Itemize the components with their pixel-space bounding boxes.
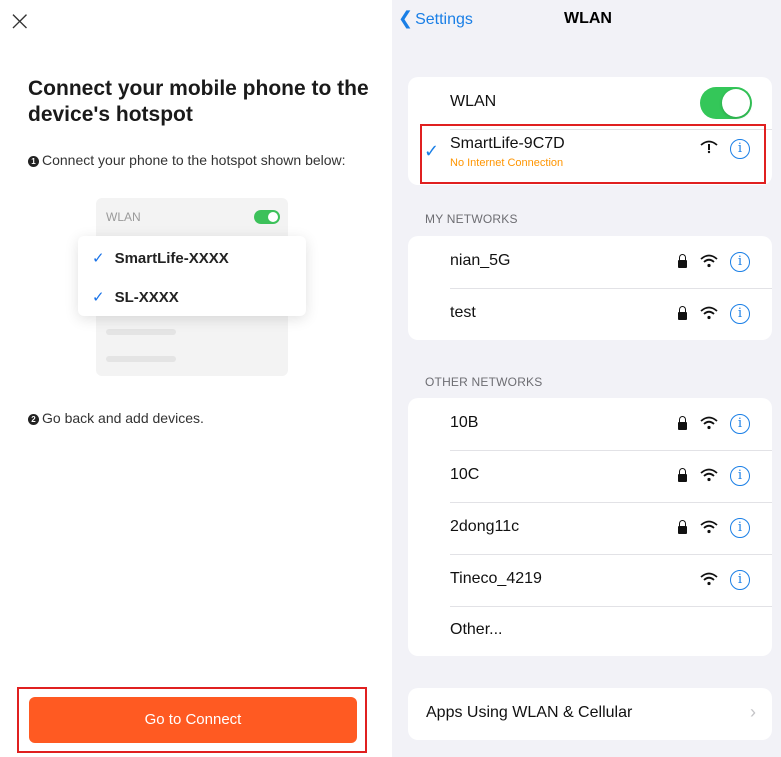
lock-icon xyxy=(678,468,687,482)
other-network-row[interactable]: Other... xyxy=(408,606,772,656)
illustration-network-name: SmartLife-XXXX xyxy=(114,250,229,267)
network-name: test xyxy=(450,304,476,321)
lock-icon xyxy=(678,520,687,534)
chevron-right-icon: › xyxy=(750,702,756,722)
lock-icon xyxy=(678,416,687,430)
close-icon[interactable]: × xyxy=(8,6,38,36)
network-row[interactable]: 10C i xyxy=(408,450,772,502)
illustration-wlan-label: WLAN xyxy=(106,210,141,224)
wifi-icon xyxy=(700,468,718,482)
step-1-number-icon: 1 xyxy=(28,156,39,167)
apps-using-wlan-row[interactable]: Apps Using WLAN & Cellular › xyxy=(408,688,772,740)
illustration-network-name: SL-XXXX xyxy=(114,289,179,306)
network-name: 2dong11c xyxy=(450,518,520,535)
lock-icon xyxy=(678,306,687,320)
info-icon[interactable]: i xyxy=(730,414,750,434)
other-network-label: Other... xyxy=(450,621,503,638)
network-name: 10C xyxy=(450,466,480,483)
network-row[interactable]: 10B i xyxy=(408,398,772,450)
step-2-number-icon: 2 xyxy=(28,414,39,425)
step-2: 2 Go back and add devices. xyxy=(28,410,358,426)
other-networks-group: 10B i 10C i 2dong11c i Tineco_4219 i Oth… xyxy=(408,398,772,656)
info-icon[interactable]: i xyxy=(730,570,750,590)
wifi-icon xyxy=(700,306,718,320)
my-networks-header: MY NETWORKS xyxy=(425,212,518,226)
info-icon[interactable]: i xyxy=(730,252,750,272)
network-row[interactable]: Tineco_4219 i xyxy=(408,554,772,606)
wifi-icon xyxy=(700,254,718,268)
nav-title: WLAN xyxy=(564,10,612,27)
network-name: 10B xyxy=(450,414,479,431)
hotspot-guide-panel: × Connect your mobile phone to the devic… xyxy=(0,0,381,757)
network-row[interactable]: 2dong11c i xyxy=(408,502,772,554)
illustration-toggle-icon xyxy=(254,210,280,224)
wlan-settings-panel: ❮ Settings WLAN WLAN ✓ SmartLife-9C7D No … xyxy=(392,0,781,757)
connected-network-highlight xyxy=(420,124,766,184)
wifi-icon xyxy=(700,572,718,586)
page-title: Connect your mobile phone to the device'… xyxy=(28,77,369,126)
chevron-left-icon: ❮ xyxy=(398,8,414,28)
step-1-text: Connect your phone to the hotspot shown … xyxy=(42,152,346,168)
apps-using-wlan-label: Apps Using WLAN & Cellular xyxy=(426,704,633,721)
other-networks-header: OTHER NETWORKS xyxy=(425,375,543,389)
info-icon[interactable]: i xyxy=(730,518,750,538)
step-1: 1 Connect your phone to the hotspot shown… xyxy=(28,152,358,168)
back-label: Settings xyxy=(415,11,473,28)
illustration-network-row: ✓ SL-XXXX xyxy=(92,288,179,306)
settings-back-button[interactable]: ❮ Settings xyxy=(398,8,473,29)
lock-icon xyxy=(678,254,687,268)
illustration-placeholder-bar xyxy=(106,329,176,335)
wifi-icon xyxy=(700,520,718,534)
my-networks-group: nian_5G i test i xyxy=(408,236,772,340)
checkmark-icon: ✓ xyxy=(92,250,105,267)
illustration-placeholder-bar xyxy=(106,356,176,362)
illustration-network-row: ✓ SmartLife-XXXX xyxy=(92,249,229,267)
wlan-label: WLAN xyxy=(450,93,497,110)
network-name: nian_5G xyxy=(450,252,511,269)
info-icon[interactable]: i xyxy=(730,466,750,486)
connect-button-highlight: Go to Connect xyxy=(17,687,367,753)
wifi-icon xyxy=(700,416,718,430)
network-name: Tineco_4219 xyxy=(450,570,542,587)
checkmark-icon: ✓ xyxy=(92,289,105,306)
go-to-connect-button[interactable]: Go to Connect xyxy=(29,697,357,743)
wlan-toggle[interactable] xyxy=(700,87,752,119)
network-row[interactable]: test i xyxy=(408,288,772,340)
step-2-text: Go back and add devices. xyxy=(42,410,204,426)
info-icon[interactable]: i xyxy=(730,304,750,324)
network-row[interactable]: nian_5G i xyxy=(408,236,772,288)
